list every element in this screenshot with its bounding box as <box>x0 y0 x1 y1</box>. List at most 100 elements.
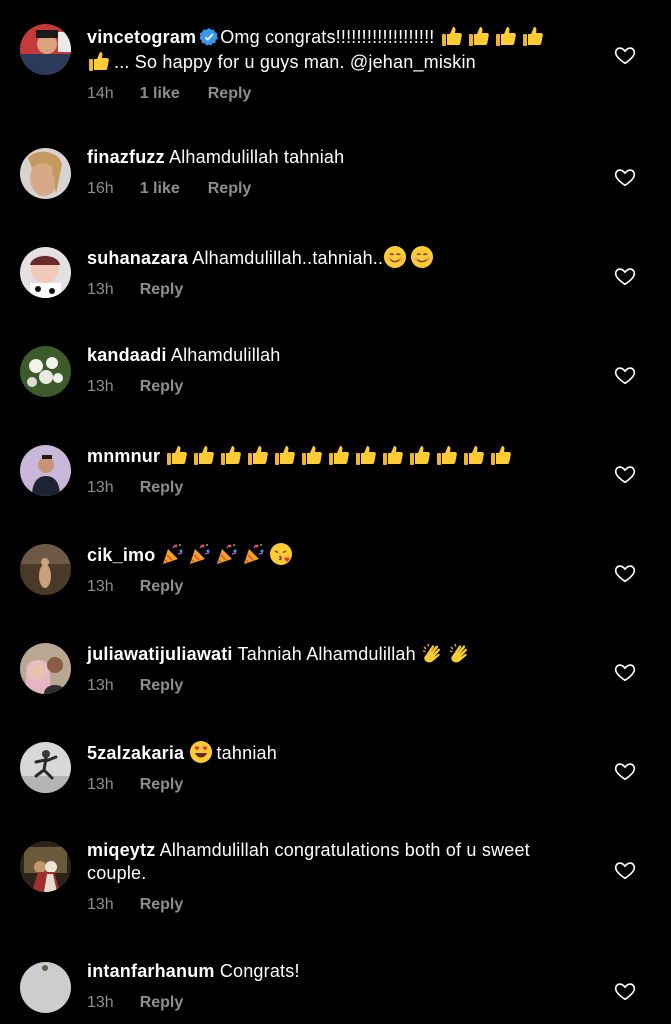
comment-body: 5zalzakaria tahniah 13h Reply <box>87 740 567 795</box>
like-heart-icon[interactable] <box>614 265 636 287</box>
comment-text: suhanazara Alhamdulillah..tahniah.. <box>87 245 567 270</box>
avatar[interactable] <box>20 742 71 793</box>
comment-timestamp: 13h <box>87 677 114 694</box>
like-heart-icon[interactable] <box>614 44 636 66</box>
reply-button[interactable]: Reply <box>208 84 252 104</box>
reply-button[interactable]: Reply <box>140 280 184 300</box>
comment-text: finazfuzz Alhamdulillah tahniah <box>87 146 567 169</box>
smiling-face-icon <box>411 246 434 268</box>
comment-timestamp: 14h <box>87 85 114 102</box>
avatar[interactable] <box>20 643 71 694</box>
comment-username[interactable]: 5zalzakaria <box>87 743 184 763</box>
comment-like-count[interactable]: 1 like <box>140 84 180 104</box>
comment-message-part-1: Omg congrats!!!!!!!!!!!!!!!!!!! <box>220 27 440 47</box>
reply-button[interactable]: Reply <box>140 377 184 397</box>
comment-username[interactable]: miqeytz <box>87 840 155 860</box>
like-heart-icon[interactable] <box>614 166 636 188</box>
avatar[interactable] <box>20 24 71 75</box>
avatar[interactable] <box>20 544 71 595</box>
comment-meta: 13h Reply <box>87 895 567 915</box>
like-heart-icon[interactable] <box>614 562 636 584</box>
avatar[interactable] <box>20 148 71 199</box>
comment-meta: 13h Reply <box>87 478 567 498</box>
reply-button[interactable]: Reply <box>140 676 184 696</box>
comment-meta: 13h Reply <box>87 775 567 795</box>
comment-username[interactable]: suhanazara <box>87 248 188 268</box>
comment-username[interactable]: mnmnur <box>87 446 160 466</box>
party-popper-icon <box>162 544 183 564</box>
avatar[interactable] <box>20 841 71 892</box>
avatar[interactable] <box>20 445 71 496</box>
heart-eyes-face-icon <box>190 741 213 763</box>
comment-timestamp: 13h <box>87 896 114 913</box>
comment-message: Tahniah Alhamdulillah <box>237 644 416 664</box>
thumbs-up-icon <box>410 446 431 465</box>
avatar[interactable] <box>20 247 71 298</box>
clapping-hands-icon <box>422 643 440 663</box>
emoji-group <box>165 446 516 466</box>
verified-badge-icon <box>200 28 219 46</box>
thumbs-up-icon <box>495 27 516 46</box>
like-heart-icon[interactable] <box>614 463 636 485</box>
avatar[interactable] <box>20 962 71 1013</box>
comment-text: intanfarhanum Congrats! <box>87 960 567 983</box>
comment-timestamp: 16h <box>87 180 114 197</box>
comment-text: mnmnur <box>87 443 567 468</box>
comment-body: juliawatijuliawati Tahniah Alhamdulillah… <box>87 641 567 696</box>
thumbs-up-icon <box>194 446 215 465</box>
like-heart-icon[interactable] <box>614 364 636 386</box>
comment-meta: 13h Reply <box>87 993 567 1013</box>
thumbs-up-icon <box>383 446 404 465</box>
thumbs-up-icon <box>302 446 323 465</box>
like-heart-icon[interactable] <box>614 859 636 881</box>
thumbs-up-icon <box>356 446 377 465</box>
kissing-face-icon <box>269 543 292 565</box>
comment-text: kandaadi Alhamdulillah <box>87 344 567 367</box>
comment-text: cik_imo <box>87 542 567 567</box>
thumbs-up-icon <box>437 446 458 465</box>
thumbs-up-icon <box>441 27 462 46</box>
comment-message: Alhamdulillah..tahniah.. <box>192 248 384 268</box>
like-heart-icon[interactable] <box>614 980 636 1002</box>
comment-timestamp: 13h <box>87 776 114 793</box>
comment-username[interactable]: intanfarhanum <box>87 961 215 981</box>
comment-body: vincetogram Omg congrats!!!!!!!!!!!!!!!!!… <box>87 24 567 104</box>
thumbs-up-icon <box>221 446 242 465</box>
comment-timestamp: 13h <box>87 281 114 298</box>
thumbs-up-icon <box>275 446 296 465</box>
reply-button[interactable]: Reply <box>140 895 184 915</box>
reply-button[interactable]: Reply <box>140 993 184 1013</box>
avatar[interactable] <box>20 346 71 397</box>
reply-button[interactable]: Reply <box>208 179 252 199</box>
reply-button[interactable]: Reply <box>140 478 184 498</box>
reply-button[interactable]: Reply <box>140 775 184 795</box>
thumbs-up-icon <box>468 27 489 46</box>
party-popper-icon <box>189 544 210 564</box>
like-heart-icon[interactable] <box>614 760 636 782</box>
comment-meta: 14h 1 like Reply <box>87 84 567 104</box>
comment-message: Congrats! <box>219 961 300 981</box>
thumbs-up-icon <box>89 52 109 71</box>
comment-like-count[interactable]: 1 like <box>140 179 180 199</box>
comment-username[interactable]: juliawatijuliawati <box>87 644 233 664</box>
reply-button[interactable]: Reply <box>140 577 184 597</box>
comment-body: finazfuzz Alhamdulillah tahniah 16h 1 lik… <box>87 146 567 199</box>
party-popper-icon <box>216 544 237 564</box>
smiling-face-icon <box>384 246 407 268</box>
like-heart-icon[interactable] <box>614 661 636 683</box>
comment-meta: 13h Reply <box>87 280 567 300</box>
comment-text: miqeytz Alhamdulillah congratulations bo… <box>87 839 567 885</box>
comment-username[interactable]: kandaadi <box>87 345 167 365</box>
comment-username[interactable]: cik_imo <box>87 545 155 565</box>
thumbs-up-icon <box>329 446 350 465</box>
comment-timestamp: 13h <box>87 994 114 1011</box>
comment-timestamp: 13h <box>87 578 114 595</box>
comment-message: Alhamdulillah tahniah <box>169 147 345 167</box>
thumbs-up-icon <box>522 27 543 46</box>
comment-body: suhanazara Alhamdulillah..tahniah.. 13h R… <box>87 245 567 300</box>
clapping-hands-icon <box>449 643 467 663</box>
comment-meta: 13h Reply <box>87 377 567 397</box>
comment-username[interactable]: vincetogram <box>87 27 196 47</box>
comment-meta: 13h Reply <box>87 577 567 597</box>
comment-username[interactable]: finazfuzz <box>87 147 165 167</box>
